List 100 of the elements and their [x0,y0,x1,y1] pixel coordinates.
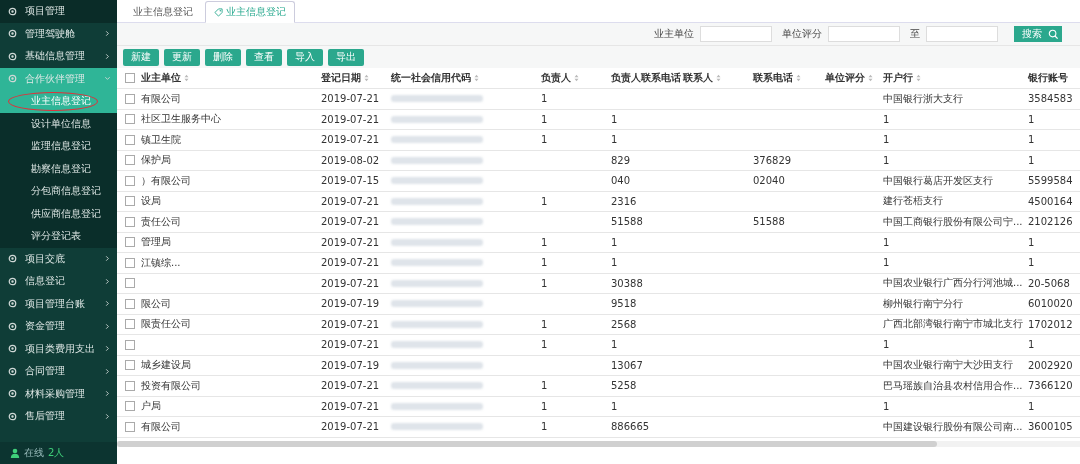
submenu-item[interactable]: 勘察信息登记 [0,157,117,180]
table-cell: 责任公司 [141,215,181,227]
row-checkbox[interactable] [125,319,135,330]
table-row[interactable]: 管理局 2019-07-21 1 1 1 1 [117,232,1080,253]
sidebar-item[interactable]: 信息登记 [0,270,117,293]
submenu-item[interactable]: 设计单位信息 [0,112,117,135]
row-checkbox[interactable] [125,401,135,412]
table-cell: 社区卫生服务中心 [141,113,221,125]
column-header[interactable]: 单位评分 [825,71,865,85]
submenu-item[interactable]: 分包商信息登记 [0,180,117,203]
table-cell: 1 [541,93,548,105]
gear-icon [8,74,17,84]
row-checkbox[interactable] [125,134,135,145]
row-checkbox[interactable] [125,278,135,289]
table-row[interactable]: 城乡建设局 2019-07-19 13067 中国农业银行南宁大沙田支行 2002920 [117,355,1080,376]
column-header[interactable]: 开户行 [883,71,913,85]
table-cell: 1 [1028,400,1035,412]
table-row[interactable]: 投资有限公司 2019-07-21 1 5258 巴马瑶族自治县农村信用合作... 7366120 [117,376,1080,397]
row-checkbox[interactable] [125,421,135,432]
sort-icon[interactable] [474,74,479,82]
row-checkbox[interactable] [125,380,135,391]
column-header[interactable]: 登记日期 [321,71,361,85]
column-header[interactable]: 银行账号 [1028,71,1068,85]
table-cell: 1 [541,421,548,433]
table-row[interactable]: 限公司 2019-07-19 9518 柳州银行南宁分行 6010020 [117,294,1080,315]
sort-icon[interactable] [796,74,801,82]
scrollbar-thumb[interactable] [117,440,937,447]
submenu-item[interactable]: 评分登记表 [0,225,117,248]
table-cell: 4500164 [1028,195,1073,207]
sidebar-item[interactable]: 合同管理 [0,360,117,383]
column-header[interactable]: 业主单位 [141,71,181,85]
submenu-item[interactable]: 监理信息登记 [0,135,117,158]
table-cell: 户局 [141,400,161,412]
filter-label: 业主单位 [654,27,694,41]
row-checkbox[interactable] [125,339,135,350]
sort-icon[interactable] [364,74,369,82]
filter-field[interactable] [926,26,998,42]
table-cell: 5258 [611,380,637,392]
column-header[interactable]: 负责人 [541,71,571,85]
sidebar-item[interactable]: 管理驾驶舱 [0,22,117,45]
table-row[interactable]: 责任公司 2019-07-21 51588 51588 中国工商银行股份有限公司宁... 2102126 [117,212,1080,233]
table-row[interactable]: ）有限公司 2019-07-15 040 02040 中国银行葛店开发区支行 5599584 [117,171,1080,192]
table-cell: 040 [611,175,631,187]
row-checkbox[interactable] [125,175,135,186]
select-all-checkbox[interactable] [125,73,135,83]
table-row[interactable]: 社区卫生服务中心 2019-07-21 1 1 1 1 [117,109,1080,130]
gear-icon [8,6,17,16]
column-header[interactable]: 负责人联系电话 [611,71,681,85]
sidebar-item[interactable]: 资金管理 [0,315,117,338]
table-cell: 2019-07-21 [321,216,380,228]
table-cell: 1 [883,134,890,146]
row-checkbox[interactable] [125,216,135,227]
gear-icon [8,276,17,286]
online-count: 2人 [48,446,65,460]
table-row[interactable]: 保护局 2019-08-02 829 376829 1 1 [117,150,1080,171]
table-row[interactable]: 限责任公司 2019-07-21 1 2568 广西北部湾银行南宁市城北支行 1702012 [117,314,1080,335]
sidebar-item[interactable]: 项目交底 [0,247,117,270]
sort-icon[interactable] [716,74,721,82]
table-row[interactable]: 设局 2019-07-21 1 2316 建行苍梧支行 4500164 [117,191,1080,212]
table-row[interactable]: 有限公司 2019-07-21 1 中国银行浙大支行 3584583 [117,89,1080,110]
gear-icon [8,321,17,331]
sort-icon[interactable] [574,74,579,82]
sort-icon[interactable] [184,74,189,82]
column-header[interactable]: 统一社会信用代码 [391,71,471,85]
row-checkbox[interactable] [125,298,135,309]
sidebar-item[interactable]: 项目类费用支出 [0,337,117,360]
row-checkbox[interactable] [125,360,135,371]
table-cell: 有限公司 [141,420,181,432]
table-row[interactable]: 镇卫生院 2019-07-21 1 1 1 1 [117,130,1080,151]
column-header[interactable]: 联系电话 [753,71,793,85]
row-checkbox[interactable] [125,237,135,248]
table-row[interactable]: 户局 2019-07-21 1 1 1 1 [117,396,1080,417]
sort-icon[interactable] [868,74,873,82]
row-checkbox[interactable] [125,155,135,166]
table-row[interactable]: 江镇综... 2019-07-21 1 1 1 1 [117,253,1080,274]
row-checkbox[interactable] [125,257,135,268]
table-cell: 3584583 [1028,93,1073,105]
tag-icon [214,7,223,17]
filter-field[interactable] [828,26,900,42]
column-header[interactable]: 联系人 [683,71,713,85]
sidebar-item[interactable]: 项目管理台账 [0,292,117,315]
sidebar-item[interactable]: 售后管理 [0,405,117,428]
submenu-item[interactable]: 供应商信息登记 [0,202,117,225]
table-cell: 13067 [611,359,643,371]
row-checkbox[interactable] [125,114,135,125]
filter-field[interactable] [700,26,772,42]
row-checkbox[interactable] [125,196,135,207]
filter-label: 至 [910,27,920,41]
sidebar-header[interactable]: 项目管理 [0,0,117,23]
sidebar-item[interactable]: 基础信息管理 [0,45,117,68]
table-cell: 2019-07-21 [321,339,380,351]
sort-icon[interactable] [916,74,921,82]
row-checkbox[interactable] [125,93,135,104]
sidebar-item[interactable]: 材料采购管理 [0,382,117,405]
table-cell: 1 [541,339,548,351]
table-row[interactable]: 2019-07-21 1 1 1 1 [117,335,1080,356]
table-row[interactable]: 有限公司 2019-07-21 1 886665 中国建设银行股份有限公司南... 3600105 [117,417,1080,438]
tab[interactable]: 业主信息登记 [125,2,201,22]
table-row[interactable]: 2019-07-21 1 30388 中国农业银行广西分行河池城... 20-5068 [117,273,1080,294]
table-cell: 限责任公司 [141,318,191,330]
